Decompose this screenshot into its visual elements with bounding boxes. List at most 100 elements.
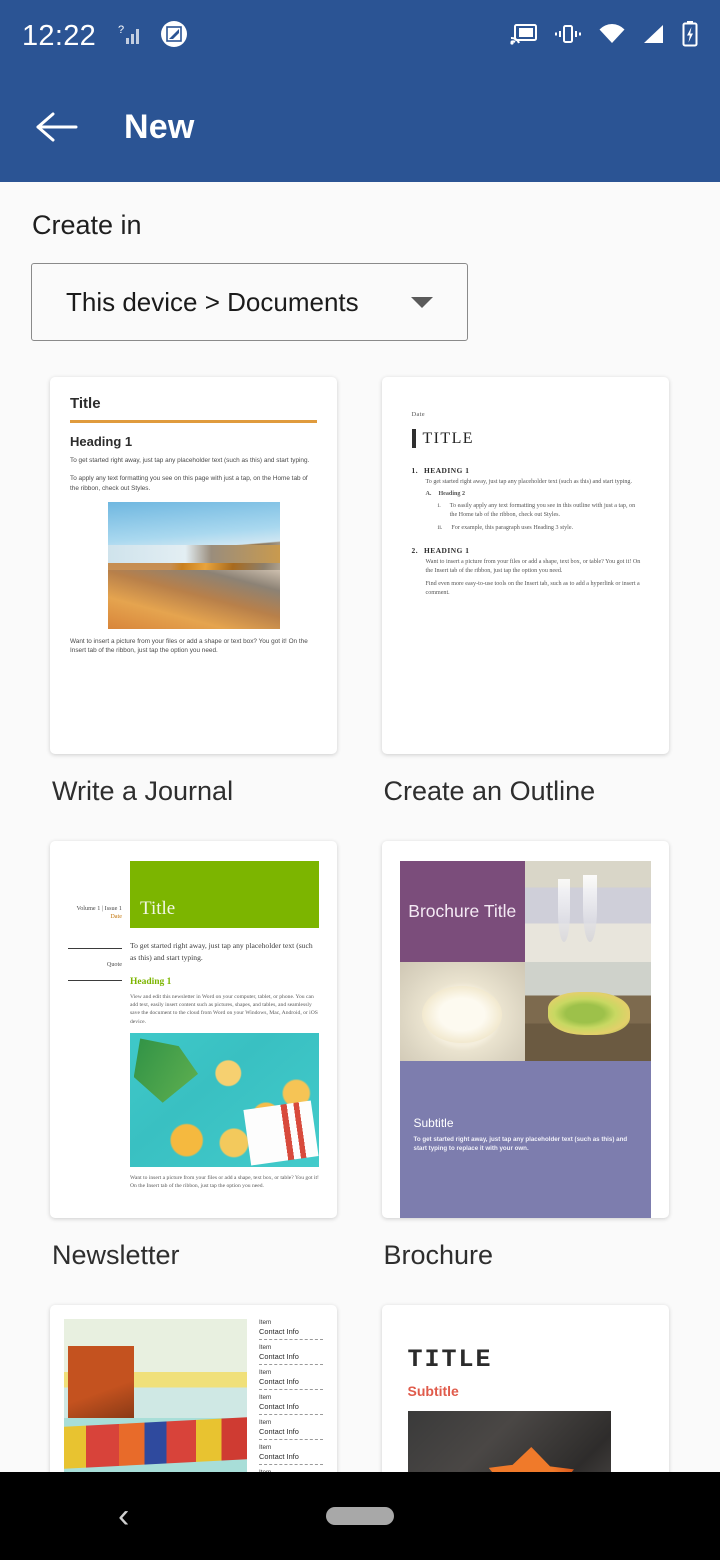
template-card-brochure[interactable]: Brochure Title Subtitle To get started r… [381,841,669,1218]
brochure-preview: Brochure Title Subtitle To get started r… [382,841,669,1218]
journal-paragraph-2: To apply any text formatting you see on … [70,475,308,492]
screenshot-icon [160,20,188,53]
template-grid: Title Heading 1 To get started right awa… [0,377,720,1472]
status-right-icons [510,20,698,52]
outline-body-3: Find even more easy-to-use tools on the … [425,580,640,597]
title-subtitle-photo [407,1411,611,1472]
contact-item-label: Item [259,1319,272,1326]
template-cell-brochure: Brochure Title Subtitle To get started r… [381,841,671,1305]
contact-info-label: Contact Info [259,1452,299,1461]
outline-title-bar [411,429,416,448]
vibrate-icon [554,22,582,51]
template-label-brochure: Brochure [383,1240,494,1270]
create-in-selected-value: This device > Documents [66,286,359,317]
outline-title: TITLE [422,429,474,447]
brochure-subtitle: Subtitle [413,1116,454,1130]
outline-sub-ii: ii. For example, this paragraph uses Hea… [438,524,643,533]
newsletter-date: Date [110,913,122,921]
cast-icon [510,22,538,51]
outline-sub-a-label: A. [425,491,432,498]
template-card-contact-list[interactable]: Item Contact Info Item Contact Info Item [50,1305,337,1472]
brochure-title: Brochure Title [408,900,517,921]
template-cell-contact-list: Item Contact Info Item Contact Info Item [50,1305,339,1472]
contact-info-label: Contact Info [259,1352,299,1361]
template-label-create-an-outline: Create an Outline [383,776,596,806]
title-subtitle-title: TITLE [407,1345,493,1374]
newsletter-body: View and edit this newsletter in Word on… [130,993,318,1025]
outline-item-2-heading: HEADING 1 [424,545,470,555]
list-item: Item Contact Info [259,1319,323,1340]
list-item: Item Contact Info [259,1444,323,1465]
contact-info-label: Contact Info [259,1377,299,1386]
newsletter-intro: To get started right away, just tap any … [130,941,313,962]
outline-title-row: TITLE [411,429,643,448]
list-item: Item Contact Info [259,1344,323,1365]
outline-preview: Date TITLE 1. HEADING 1 To get started r… [382,377,669,598]
brochure-photo-wine-glasses [525,861,651,962]
newsletter-quote: Quote [106,961,122,969]
outline-item-1-number: 1. [411,466,419,475]
brochure-title-block: Brochure Title [399,861,525,962]
nav-back-icon[interactable]: ‹ [118,1499,129,1533]
phone-screen: 12:22 ? New Create in This device > Docu… [0,0,720,1560]
contact-item-label: Item [259,1344,272,1351]
svg-text:?: ? [118,24,124,36]
outline-sub-a-heading: Heading 2 [438,491,466,498]
create-in-location-dropdown[interactable]: This device > Documents [31,263,468,341]
journal-heading: Heading 1 [70,434,133,449]
newsletter-main: Title To get started right away, just ta… [130,861,319,1198]
outline-sub-i-label: i. [437,503,441,510]
home-pill-handle[interactable] [326,1507,394,1525]
list-item: Item Contact Info [259,1369,323,1390]
title-subtitle-subtitle: Subtitle [407,1383,459,1399]
newsletter-title: Title [140,898,176,919]
status-clock: 12:22 [22,19,97,52]
template-cell-newsletter: Volume 1 | Issue 1 Date Quote Title To g… [50,841,339,1305]
template-label-newsletter: Newsletter [52,1240,180,1270]
brochure-subtitle-text: To get started right away, just tap any … [413,1136,628,1153]
template-card-title-subtitle[interactable]: TITLE Subtitle [381,1305,669,1472]
outline-body-1: To get started right away, just tap any … [425,479,632,485]
content-scroll-area[interactable]: Create in This device > Documents Title … [0,182,720,1472]
newsletter-preview: Volume 1 | Issue 1 Date Quote Title To g… [50,841,337,1198]
template-card-newsletter[interactable]: Volume 1 | Issue 1 Date Quote Title To g… [50,841,337,1218]
contact-info-label: Contact Info [259,1427,299,1436]
contact-divider [259,1389,323,1390]
contact-info-label: Contact Info [259,1402,299,1411]
outline-item-2: 2. HEADING 1 [412,546,643,555]
template-cell-title-subtitle: TITLE Subtitle [381,1305,671,1472]
contact-list-rows: Item Contact Info Item Contact Info Item [247,1319,323,1472]
outline-item-2-number: 2. [411,545,419,555]
title-subtitle-preview: TITLE Subtitle [382,1305,669,1472]
template-card-create-an-outline[interactable]: Date TITLE 1. HEADING 1 To get started r… [381,377,669,754]
newsletter-quote-box: Quote [68,948,122,982]
back-arrow-icon[interactable] [30,101,82,153]
journal-paragraph-1: To get started right away, just tap any … [70,457,310,464]
contact-item-label: Item [259,1444,272,1451]
page-title: New [124,107,195,146]
brochure-subtitle-band: Subtitle To get started right away, just… [399,1061,651,1218]
cellular-signal-icon [642,22,666,51]
contact-divider [259,1464,323,1465]
outline-body-2: Want to insert a picture from your files… [425,558,641,574]
create-in-label: Create in [32,210,142,240]
outline-gap [412,533,643,546]
contact-item-label: Item [259,1394,272,1401]
brochure-photo-clam-pasta [399,962,525,1061]
outline-sub-a: A. Heading 2 [426,490,643,499]
template-card-write-a-journal[interactable]: Title Heading 1 To get started right awa… [50,377,337,754]
chevron-down-icon [411,296,433,308]
journal-preview: Title Heading 1 To get started right awa… [50,377,337,655]
newsletter-title-band: Title [130,861,319,928]
brochure-photo-lettuce-wrap [525,962,651,1061]
status-left-icons: ? [118,20,188,53]
contact-divider [259,1364,323,1365]
list-item: Item Contact Info [259,1394,323,1415]
newsletter-footer: Want to insert a picture from your files… [130,1175,319,1190]
newsletter-volume: Volume 1 | Issue 1 [76,905,122,912]
contact-divider [259,1414,323,1415]
contact-divider [259,1439,323,1440]
outline-sub-ii-text: For example, this paragraph uses Heading… [451,524,574,531]
outline-item-1-heading: HEADING 1 [424,466,470,475]
template-cell-write-a-journal: Title Heading 1 To get started right awa… [50,377,339,841]
